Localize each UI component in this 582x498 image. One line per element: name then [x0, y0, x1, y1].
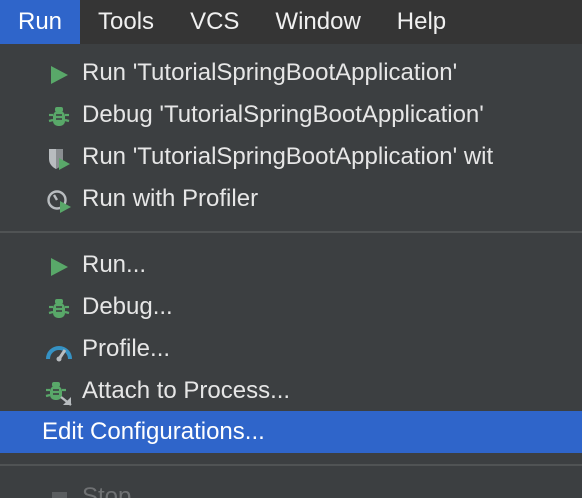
profiler-run-icon	[44, 186, 74, 216]
menu-item-run-with-profiler[interactable]: Run with Profiler	[0, 178, 582, 220]
menu-item-debug-app[interactable]: Debug 'TutorialSpringBootApplication'	[0, 94, 582, 136]
menubar-help[interactable]: Help	[379, 0, 464, 44]
menu-item-run-app[interactable]: Run 'TutorialSpringBootApplication'	[0, 52, 582, 94]
stop-icon	[44, 484, 74, 498]
menu-item-run-with-coverage[interactable]: Run 'TutorialSpringBootApplication' wit	[0, 136, 582, 178]
menubar-tools[interactable]: Tools	[80, 0, 172, 44]
menu-item-run-ellipsis[interactable]: Run...	[0, 244, 582, 286]
menu-item-label: Run 'TutorialSpringBootApplication'	[82, 59, 458, 86]
menu-item-label: Edit Configurations...	[42, 418, 265, 445]
menu-bar: Run Tools VCS Window Help	[0, 0, 582, 44]
attach-debug-icon	[44, 378, 74, 408]
menu-item-label: Stop	[82, 483, 132, 498]
menu-item-label: Run with Profiler	[82, 185, 259, 212]
run-icon	[44, 252, 74, 282]
menu-separator	[0, 231, 582, 233]
run-menu-dropdown: Run 'TutorialSpringBootApplication' Debu…	[0, 44, 582, 498]
menu-item-label: Debug 'TutorialSpringBootApplication'	[82, 101, 484, 128]
menu-item-label: Run...	[82, 251, 147, 278]
menu-item-attach-to-process[interactable]: Attach to Process...	[0, 370, 582, 412]
menu-separator	[0, 464, 582, 466]
menubar-window[interactable]: Window	[257, 0, 378, 44]
debug-icon	[44, 102, 74, 132]
menu-item-label: Run 'TutorialSpringBootApplication' wit	[82, 143, 494, 170]
menubar-vcs[interactable]: VCS	[172, 0, 257, 44]
coverage-icon	[44, 144, 74, 174]
profile-gauge-icon	[44, 336, 74, 366]
menu-item-stop[interactable]: Stop	[0, 476, 582, 498]
debug-icon	[44, 294, 74, 324]
menubar-run[interactable]: Run	[0, 0, 81, 44]
menu-item-label: Debug...	[82, 293, 173, 320]
menu-item-label: Attach to Process...	[82, 377, 291, 404]
menu-item-profile[interactable]: Profile...	[0, 328, 582, 370]
run-icon	[44, 60, 74, 90]
menu-item-label: Profile...	[82, 335, 171, 362]
menu-item-edit-configurations[interactable]: Edit Configurations...	[0, 411, 582, 453]
menu-item-debug-ellipsis[interactable]: Debug...	[0, 286, 582, 328]
